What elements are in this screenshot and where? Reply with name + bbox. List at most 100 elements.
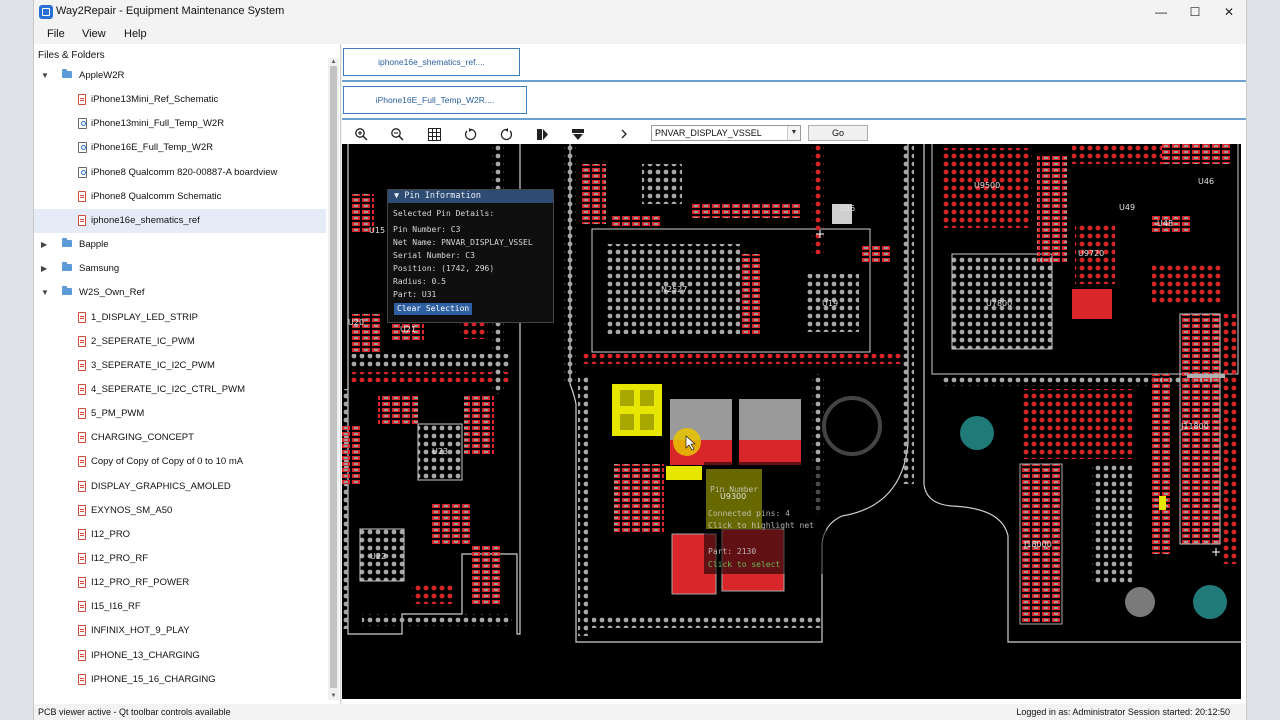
pdf-file-icon xyxy=(78,214,86,226)
tree-file[interactable]: 5_PM_PWM xyxy=(34,402,326,426)
rotate-right-icon[interactable] xyxy=(498,126,514,142)
tree-file[interactable]: 1_DISPLAY_LED_STRIP xyxy=(34,306,326,330)
pdf-file-icon xyxy=(78,480,86,492)
chevron-right-icon[interactable]: ▶ xyxy=(41,264,47,273)
tree-file[interactable]: 3_SEPERATE_IC_I2C_PWM xyxy=(34,354,326,378)
tree-folder[interactable]: ▼ AppleW2R xyxy=(34,64,326,88)
tree-file[interactable]: IPHONE_13_CHARGING xyxy=(34,644,326,668)
tree-file[interactable]: I15_I16_RF xyxy=(34,595,326,619)
tree-label: W2S_Own_Ref xyxy=(79,287,145,299)
net-select-value: PNVAR_DISPLAY_VSSEL xyxy=(655,128,762,138)
menu-help[interactable]: Help xyxy=(124,28,147,40)
pdf-file-icon xyxy=(78,625,86,637)
tree-label: INFINIX_HOT_9_PLAY xyxy=(91,625,190,637)
label-N2527: N2527 xyxy=(661,285,687,294)
tree-label: IPHONE_15_16_CHARGING xyxy=(91,673,216,685)
tab-bar-2: iPhone16E_Full_Temp_W2R.... xyxy=(342,82,1246,120)
tree-file[interactable]: DISPLAY_GRAPHICS_AMOLED xyxy=(34,475,326,499)
tree-file[interactable]: EXYNOS_SM_A50 xyxy=(34,499,326,523)
menu-view[interactable]: View xyxy=(82,28,106,40)
pdf-file-icon xyxy=(78,601,86,613)
tree-label: iPhone8 Qualcomm 820-00887-A boardview xyxy=(91,166,278,178)
tree-file[interactable]: iPhone8 Qualcomm 820-00887-A boardview xyxy=(34,161,326,185)
net-select[interactable]: PNVAR_DISPLAY_VSSEL ▼ xyxy=(651,125,801,141)
scroll-thumb[interactable] xyxy=(330,66,337,688)
tree-label: EXYNOS_SM_A50 xyxy=(91,504,173,516)
status-right: Logged in as: Administrator Session star… xyxy=(1016,707,1230,717)
tab-boardview[interactable]: iPhone16E_Full_Temp_W2R.... xyxy=(343,86,527,114)
boardview-file-icon xyxy=(78,142,87,154)
files-sidebar: Files & Folders ▼ AppleW2R iPhone13Mini_Re… xyxy=(34,44,341,704)
sidebar-scrollbar[interactable]: ▲ ▼ xyxy=(328,58,339,700)
grid-icon[interactable] xyxy=(426,126,442,142)
label-U19: U19 xyxy=(822,299,838,308)
zoom-out-icon[interactable] xyxy=(389,126,405,142)
tab-schematic[interactable]: iphone16e_shematics_ref.... xyxy=(343,48,520,76)
tree-file[interactable]: iphone16e_shematics_ref xyxy=(34,208,326,233)
tree-file[interactable]: iPhone13mini_Full_Temp_W2R xyxy=(34,112,326,136)
tree-label: I12_PRO_RF xyxy=(91,553,149,564)
next-icon[interactable] xyxy=(616,126,632,142)
pdf-file-icon xyxy=(78,553,86,564)
tree-folder[interactable]: ▶ Samsung xyxy=(34,257,326,281)
tree-file[interactable]: CHARGING_CONCEPT xyxy=(34,426,326,450)
tree-file[interactable]: 2_SEPERATE_IC_PWM xyxy=(34,330,326,354)
tree-file[interactable]: iPhone8 Qualcomm Schematic xyxy=(34,185,326,209)
tree-label: DISPLAY_GRAPHICS_AMOLED xyxy=(91,480,231,492)
tree-folder[interactable]: ▼ W2S_Own_Ref xyxy=(34,281,326,305)
tree-file[interactable]: 4_SEPERATE_IC_I2C_CTRL_PWM xyxy=(34,378,326,402)
close-button[interactable]: ✕ xyxy=(1212,0,1246,24)
label-U15: U15 xyxy=(369,226,385,235)
scroll-down-icon[interactable]: ▼ xyxy=(328,692,339,700)
menu-file[interactable]: File xyxy=(47,28,65,40)
label-U48: U48 xyxy=(1157,219,1173,228)
zoom-in-icon[interactable] xyxy=(353,126,369,142)
chevron-down-icon[interactable]: ▼ xyxy=(787,126,800,140)
app-logo-icon xyxy=(39,5,53,19)
flip-icon[interactable] xyxy=(534,126,550,142)
clear-selection-button[interactable]: Clear Selection xyxy=(394,303,473,315)
pin-number: Pin Number: C3 xyxy=(393,225,461,234)
tree-file[interactable]: Copy of Copy of Copy of 0 to 10 mA xyxy=(34,450,326,474)
folder-icon xyxy=(62,286,72,296)
pin-position: Position: (1742, 296) xyxy=(393,264,495,273)
minimize-button[interactable]: — xyxy=(1144,0,1178,24)
viewer-area: iphone16e_shematics_ref.... iPhone16E_Fu… xyxy=(342,44,1246,704)
rotate-left-icon[interactable] xyxy=(462,126,478,142)
tree-label: Samsung xyxy=(79,263,120,275)
sidebar-header: Files & Folders xyxy=(38,50,105,61)
tree-file[interactable]: iPhone16E_Full_Temp_W2R xyxy=(34,136,326,160)
tree-file[interactable]: I12_PRO_RF_POWER xyxy=(34,571,326,595)
tree-folder[interactable]: ▶ Bapple xyxy=(34,233,326,257)
chevron-down-icon[interactable]: ▼ xyxy=(41,71,49,80)
tree-label: iPhone8 Qualcomm Schematic xyxy=(91,190,222,202)
maximize-button[interactable]: ☐ xyxy=(1178,0,1212,24)
tree-file[interactable]: iPhone13Mini_Ref_Schematic xyxy=(34,88,326,112)
go-button[interactable]: Go xyxy=(808,125,868,141)
layer-icon[interactable] xyxy=(570,126,586,142)
tree-label: 3_SEPERATE_IC_I2C_PWM xyxy=(91,359,215,371)
pdf-file-icon xyxy=(78,432,86,444)
pin-radius: Radius: 0.5 xyxy=(393,277,446,286)
ghost-highlight: Click to highlight net xyxy=(708,521,814,530)
tree-label: 5_PM_PWM xyxy=(91,408,145,420)
tree-file[interactable]: INFINIX_HOT_9_PLAY xyxy=(34,619,326,643)
tree-label: I12_PRO_RF_POWER xyxy=(91,577,190,589)
tree-label: I12_PRO xyxy=(91,528,131,540)
pdf-file-icon xyxy=(78,383,86,395)
pin-part: Part: U31 xyxy=(393,290,437,299)
folder-icon xyxy=(62,69,72,78)
pcb-viewer-canvas[interactable]: Pin Number Connected pins: 4 Click to hi… xyxy=(342,144,1241,699)
scroll-up-icon[interactable]: ▲ xyxy=(328,58,339,66)
label-U9300: U9300 xyxy=(720,492,746,501)
pin-info-title[interactable]: ▼ Pin Information xyxy=(388,190,553,203)
tree-file[interactable]: IPHONE_15_16_CHARGING xyxy=(34,668,326,692)
label-U20: U20 xyxy=(348,318,364,327)
tree-file[interactable]: I12_PRO xyxy=(34,523,326,547)
tree-file[interactable]: I12_PRO_RF xyxy=(34,547,326,571)
label-U36: U36 xyxy=(839,204,855,213)
label-U49: U49 xyxy=(1119,203,1135,212)
chevron-right-icon[interactable]: ▶ xyxy=(41,240,47,249)
label-U7800: U7800 xyxy=(986,299,1012,308)
chevron-down-icon[interactable]: ▼ xyxy=(41,288,49,297)
